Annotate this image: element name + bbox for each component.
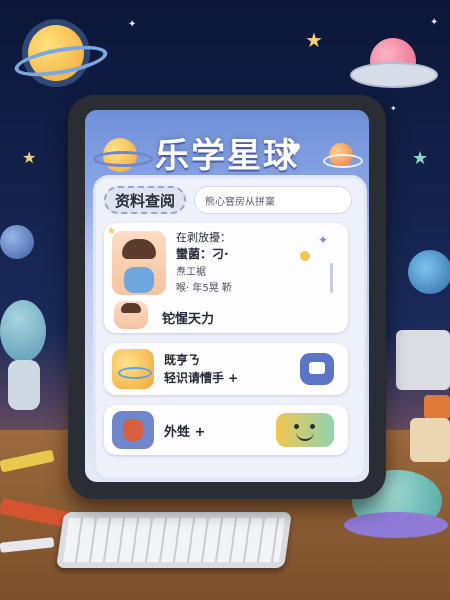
profile-title: 在剥放擾： bbox=[176, 231, 231, 244]
profile-card[interactable]: ★ 在剥放擾： 蠻菌：刁· 焘工裾 喉· 年5晃 鞒 ✦ 铊惺天力 bbox=[104, 223, 348, 333]
planet-icon bbox=[0, 225, 34, 259]
globe-icon bbox=[408, 250, 450, 294]
robot-body bbox=[8, 360, 40, 410]
tablet-device: 乐学星球 ♥ 资料查阅 熊心窨房从拼稟 ★ 在剥放擾： 蠻菌：刁· 焘工裾 喉·… bbox=[68, 95, 386, 499]
content-panel: 资料查阅 熊心窨房从拼稟 ★ 在剥放擾： 蠻菌：刁· 焘工裾 喉· 年5晃 鞒 … bbox=[93, 175, 367, 481]
star-icon: ✦ bbox=[430, 17, 439, 28]
robot-mascot-icon bbox=[0, 300, 46, 362]
star-icon: ★ bbox=[412, 148, 429, 169]
chat-icon bbox=[309, 362, 325, 374]
robot-card-label: 外甡 + bbox=[164, 425, 206, 440]
profile-line2: 焘工裾 bbox=[176, 267, 206, 278]
robot-ring bbox=[344, 512, 448, 538]
ufo-ring bbox=[350, 62, 438, 88]
star-icon: ✦ bbox=[128, 19, 137, 30]
profile-line3: 喉· 年5晃 鞒 bbox=[176, 283, 232, 294]
block-icon bbox=[410, 418, 450, 462]
profile-subtitle: 铊惺天力 bbox=[162, 312, 215, 327]
keyboard bbox=[56, 512, 292, 568]
child-avatar-image bbox=[112, 231, 166, 295]
search-row: 资料查阅 熊心窨房从拼稟 bbox=[104, 184, 356, 216]
star-icon: ★ bbox=[305, 28, 323, 52]
planet-character-icon bbox=[112, 349, 154, 389]
child-avatar-small-image bbox=[114, 301, 148, 329]
activity-line1: 既亨ㄋ bbox=[164, 353, 201, 367]
star-icon: ★ bbox=[107, 226, 116, 237]
data-lookup-tab[interactable]: 资料查阅 bbox=[104, 186, 186, 214]
profile-line1: 蠻菌：刁· bbox=[176, 247, 229, 261]
scrollbar[interactable] bbox=[330, 263, 333, 293]
heart-icon: ♥ bbox=[287, 140, 302, 159]
app-title: 乐学星球 bbox=[155, 136, 299, 176]
block-icon bbox=[424, 395, 450, 419]
message-button[interactable] bbox=[300, 353, 334, 385]
sparkle-icon: ✦ bbox=[318, 233, 329, 247]
activity-line2: 轻识请慒手 + bbox=[164, 371, 239, 385]
smile-button[interactable] bbox=[276, 413, 334, 447]
dot-icon bbox=[300, 251, 310, 261]
search-input[interactable]: 熊心窨房从拼稟 bbox=[194, 186, 352, 214]
robot-card[interactable]: 外甡 + bbox=[104, 405, 348, 455]
tablet-screen: 乐学星球 ♥ 资料查阅 熊心窨房从拼稟 ★ 在剥放擾： 蠻菌：刁· 焘工裾 喉·… bbox=[85, 110, 369, 482]
robot-character-icon bbox=[112, 411, 154, 449]
globe-stand bbox=[396, 330, 450, 390]
star-icon: ✦ bbox=[390, 104, 397, 113]
star-icon: ★ bbox=[22, 148, 37, 167]
activity-card[interactable]: 既亨ㄋ 轻识请慒手 + bbox=[104, 343, 348, 395]
